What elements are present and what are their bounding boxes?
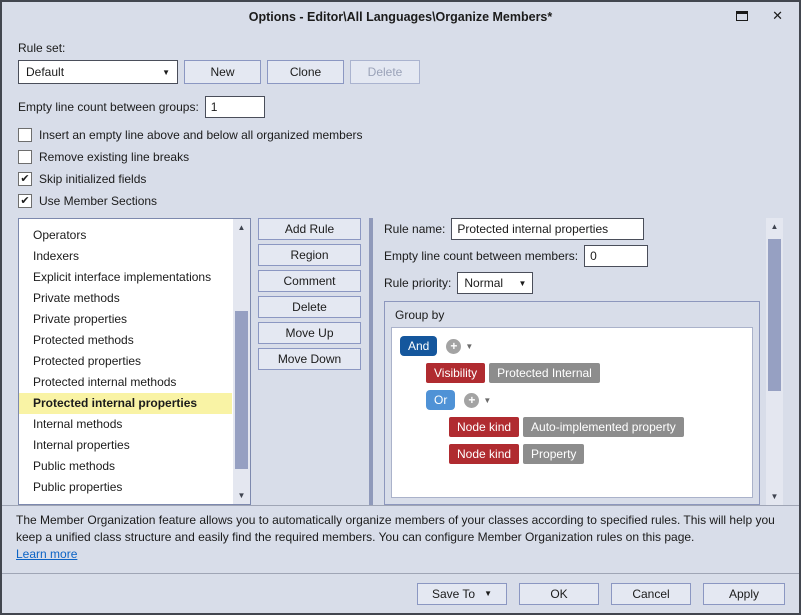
visibility-value-badge[interactable]: Protected Internal: [489, 363, 600, 383]
chevron-down-icon: ▼: [162, 68, 170, 77]
group-by-title: Group by: [391, 305, 753, 327]
save-to-label: Save To: [432, 587, 475, 601]
node-kind-field-badge[interactable]: Node kind: [449, 444, 519, 464]
ok-button[interactable]: OK: [519, 583, 599, 605]
rule-priority-value: Normal: [464, 276, 503, 290]
save-to-button[interactable]: Save To ▼: [417, 583, 507, 605]
group-by-panel: Group by And + ▼ Visibility Protected In…: [384, 301, 760, 505]
clone-button[interactable]: Clone: [267, 60, 344, 84]
plus-icon: +: [464, 393, 479, 408]
list-item[interactable]: Public methods: [19, 456, 232, 477]
description-section: The Member Organization feature allows y…: [2, 505, 799, 573]
list-item[interactable]: Protected properties: [19, 351, 232, 372]
new-button[interactable]: New: [184, 60, 261, 84]
description-text: The Member Organization feature allows y…: [16, 513, 775, 544]
comment-button[interactable]: Comment: [258, 270, 361, 292]
rule-priority-select[interactable]: Normal ▼: [457, 272, 533, 294]
checkbox-use-member-sections[interactable]: ✔ Use Member Sections: [18, 190, 783, 212]
and-operator-badge[interactable]: And: [400, 336, 437, 356]
checkbox-icon: [18, 150, 32, 164]
plus-icon: +: [446, 339, 461, 354]
move-up-button[interactable]: Move Up: [258, 322, 361, 344]
list-item[interactable]: Public properties: [19, 477, 232, 498]
apply-button[interactable]: Apply: [703, 583, 785, 605]
window-title: Options - Editor\All Languages\Organize …: [2, 10, 799, 24]
empty-line-groups-input[interactable]: [205, 96, 265, 118]
checkbox-icon: [18, 128, 32, 142]
empty-line-members-input[interactable]: [584, 245, 648, 267]
scroll-thumb[interactable]: [768, 239, 781, 391]
rule-name-input[interactable]: [451, 218, 644, 240]
options-body: Rule set: Default ▼ New Clone Delete Emp…: [2, 32, 799, 505]
region-button[interactable]: Region: [258, 244, 361, 266]
add-rule-button[interactable]: Add Rule: [258, 218, 361, 240]
scroll-thumb[interactable]: [235, 311, 248, 469]
group-by-tree: And + ▼ Visibility Protected Internal Or: [391, 327, 753, 498]
list-scrollbar[interactable]: ▲ ▼: [233, 219, 250, 504]
chevron-down-icon: ▼: [518, 279, 526, 288]
list-item[interactable]: Protected methods: [19, 330, 232, 351]
list-item[interactable]: Protected internal methods: [19, 372, 232, 393]
list-item[interactable]: Operators: [19, 225, 232, 246]
list-item[interactable]: Private methods: [19, 288, 232, 309]
list-item[interactable]: Explicit interface implementations: [19, 267, 232, 288]
rule-priority-label: Rule priority:: [384, 276, 451, 290]
learn-more-link[interactable]: Learn more: [16, 547, 77, 561]
list-item-selected[interactable]: Protected internal properties: [19, 393, 232, 414]
list-item[interactable]: Internal methods: [19, 414, 232, 435]
scroll-track[interactable]: [766, 235, 783, 488]
delete-ruleset-button: Delete: [350, 60, 420, 84]
splitter[interactable]: [369, 218, 373, 505]
node-kind-field-badge[interactable]: Node kind: [449, 417, 519, 437]
chevron-down-icon: ▼: [483, 396, 491, 405]
rule-set-select[interactable]: Default ▼: [18, 60, 178, 84]
empty-line-groups-label: Empty line count between groups:: [18, 100, 199, 114]
move-down-button[interactable]: Move Down: [258, 348, 361, 370]
checkbox-label: Insert an empty line above and below all…: [39, 128, 363, 142]
checkbox-insert-empty-line[interactable]: Insert an empty line above and below all…: [18, 124, 783, 146]
rules-list: Operators Indexers Explicit interface im…: [18, 218, 251, 505]
chevron-down-icon: ▼: [465, 342, 473, 351]
scroll-down-button[interactable]: ▼: [766, 488, 783, 505]
add-condition-button[interactable]: + ▼: [464, 393, 491, 408]
scroll-up-button[interactable]: ▲: [233, 219, 250, 236]
node-kind-value-badge[interactable]: Auto-implemented property: [523, 417, 684, 437]
rule-actions: Add Rule Region Comment Delete Move Up M…: [258, 218, 361, 505]
empty-line-members-label: Empty line count between members:: [384, 249, 578, 263]
rule-set-value: Default: [26, 65, 64, 79]
checkbox-icon: ✔: [18, 194, 32, 208]
scroll-up-button[interactable]: ▲: [766, 218, 783, 235]
delete-rule-button[interactable]: Delete: [258, 296, 361, 318]
close-icon: ✕: [772, 8, 783, 23]
close-button[interactable]: ✕: [772, 9, 783, 22]
list-item[interactable]: Private properties: [19, 309, 232, 330]
rule-name-label: Rule name:: [384, 222, 445, 236]
titlebar: Options - Editor\All Languages\Organize …: [2, 2, 799, 32]
checkbox-label: Use Member Sections: [39, 194, 157, 208]
maximize-button[interactable]: [736, 11, 748, 21]
or-operator-badge[interactable]: Or: [426, 390, 455, 410]
scroll-track[interactable]: [233, 236, 250, 487]
chevron-down-icon: ▼: [484, 589, 492, 598]
options-dialog: Options - Editor\All Languages\Organize …: [0, 0, 801, 615]
panel-scrollbar[interactable]: ▲ ▼: [766, 218, 783, 505]
checkbox-label: Remove existing line breaks: [39, 150, 189, 164]
maximize-icon: [736, 11, 748, 21]
list-item[interactable]: Internal properties: [19, 435, 232, 456]
scroll-down-button[interactable]: ▼: [233, 487, 250, 504]
cancel-button[interactable]: Cancel: [611, 583, 691, 605]
footer: Save To ▼ OK Cancel Apply: [2, 573, 799, 613]
list-item[interactable]: Indexers: [19, 246, 232, 267]
checkbox-remove-line-breaks[interactable]: Remove existing line breaks: [18, 146, 783, 168]
node-kind-value-badge[interactable]: Property: [523, 444, 584, 464]
visibility-field-badge[interactable]: Visibility: [426, 363, 485, 383]
rule-set-label: Rule set:: [18, 41, 783, 55]
checkbox-skip-initialized-fields[interactable]: ✔ Skip initialized fields: [18, 168, 783, 190]
add-condition-button[interactable]: + ▼: [446, 339, 473, 354]
rule-editor-panel: Rule name: Empty line count between memb…: [384, 218, 760, 505]
checkbox-icon: ✔: [18, 172, 32, 186]
checkbox-label: Skip initialized fields: [39, 172, 146, 186]
